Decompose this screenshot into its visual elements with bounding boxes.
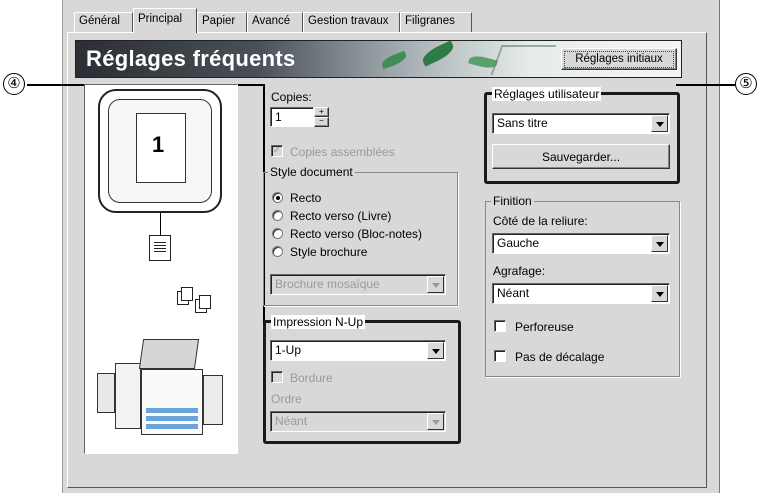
copies-decrement-button[interactable]: − bbox=[314, 117, 329, 127]
chevron-down-icon bbox=[651, 235, 668, 252]
callout-5: ⑤ bbox=[735, 73, 757, 95]
document-icon bbox=[149, 235, 171, 261]
tab-filigranes[interactable]: Filigranes bbox=[400, 12, 472, 32]
finisher-unit bbox=[115, 363, 141, 429]
radio-style-brochure[interactable] bbox=[272, 246, 283, 257]
radio-recto[interactable] bbox=[272, 192, 283, 203]
binding-value: Gauche bbox=[497, 236, 540, 250]
nup-select[interactable]: 1-Up bbox=[270, 340, 446, 361]
page-number: 1 bbox=[152, 132, 165, 157]
punch-label: Perforeuse bbox=[515, 320, 574, 334]
border-label: Bordure bbox=[290, 371, 333, 385]
nup-title: Impression N-Up bbox=[271, 315, 366, 329]
offset-label: Pas de décalage bbox=[515, 350, 605, 364]
tab-papier[interactable]: Papier bbox=[197, 12, 247, 32]
finishing-title: Finition bbox=[491, 194, 534, 208]
initial-settings-button[interactable]: Réglages initiaux bbox=[561, 48, 677, 70]
paper-tray bbox=[146, 416, 198, 421]
user-settings-select[interactable]: Sans titre bbox=[492, 113, 670, 134]
border-checkbox[interactable] bbox=[271, 371, 283, 383]
page-preview: 1 bbox=[136, 113, 186, 183]
spin-up-icon: + bbox=[319, 107, 324, 116]
side-tray bbox=[203, 375, 223, 425]
chevron-down-icon bbox=[427, 276, 444, 293]
tab-label: Avancé bbox=[252, 15, 291, 27]
collate-label: Copies assemblées bbox=[290, 145, 395, 159]
page-preview-frame: 1 bbox=[98, 89, 222, 213]
nup-select-value: 1-Up bbox=[275, 343, 302, 357]
style-document-title: Style document bbox=[268, 165, 355, 179]
banner: Réglages fréquents Réglages initiaux bbox=[75, 40, 682, 78]
staple-label: Agrafage: bbox=[493, 264, 546, 278]
staple-select[interactable]: Néant bbox=[492, 283, 670, 304]
tab-label: Principal bbox=[138, 13, 183, 25]
tab-label: Général bbox=[79, 15, 120, 27]
paper-decoration-icon bbox=[490, 45, 557, 75]
radio-recto-verso-bloc-notes[interactable] bbox=[272, 228, 283, 239]
initial-settings-label: Réglages initiaux bbox=[564, 51, 674, 68]
offset-checkbox[interactable] bbox=[494, 350, 506, 362]
connector-line bbox=[160, 213, 161, 235]
scanner-unit bbox=[138, 339, 200, 369]
copies-value: 1 bbox=[275, 110, 282, 124]
paper-tray bbox=[146, 424, 198, 429]
sheet-icon bbox=[199, 295, 211, 309]
order-label: Ordre bbox=[271, 392, 302, 406]
save-settings-button[interactable]: Sauvegarder... bbox=[492, 144, 670, 169]
save-settings-label: Sauvegarder... bbox=[541, 150, 621, 164]
leaf-decoration-icon bbox=[419, 41, 457, 67]
leaf-decoration-icon bbox=[380, 50, 408, 70]
chevron-down-icon bbox=[651, 115, 668, 132]
punch-checkbox[interactable] bbox=[494, 320, 506, 332]
checkmark-icon: ✓ bbox=[272, 145, 282, 156]
collated-sets-icon bbox=[177, 285, 217, 315]
sheet-icon bbox=[181, 287, 193, 301]
binding-select[interactable]: Gauche bbox=[492, 233, 670, 254]
tab-general[interactable]: Général bbox=[74, 12, 133, 32]
binding-label: Côté de la reliure: bbox=[493, 214, 588, 228]
tab-label: Filigranes bbox=[405, 15, 455, 27]
radio-style-brochure-label: Style brochure bbox=[290, 245, 368, 259]
tab-label: Gestion travaux bbox=[308, 15, 389, 27]
chevron-down-icon bbox=[651, 285, 668, 302]
order-select[interactable]: Néant bbox=[270, 411, 446, 432]
radio-recto-verso-bloc-notes-label: Recto verso (Bloc-notes) bbox=[290, 227, 423, 241]
copies-input[interactable]: 1 bbox=[270, 107, 314, 127]
user-settings-value: Sans titre bbox=[497, 116, 548, 130]
printer-body bbox=[141, 369, 203, 435]
chevron-down-icon bbox=[427, 413, 444, 430]
callout-5-line bbox=[676, 84, 735, 86]
user-settings-title: Réglages utilisateur bbox=[492, 87, 602, 101]
radio-recto-label: Recto bbox=[290, 191, 322, 205]
callout-4: ④ bbox=[3, 73, 25, 95]
tab-gestion-travaux[interactable]: Gestion travaux bbox=[303, 12, 400, 32]
user-settings-highlight bbox=[484, 92, 680, 184]
brochure-select-value: Brochure mosaïque bbox=[275, 277, 380, 291]
spin-down-icon: − bbox=[319, 116, 324, 125]
document-lines bbox=[154, 242, 166, 254]
collate-checkbox[interactable]: ✓ bbox=[271, 145, 283, 157]
staple-value: Néant bbox=[497, 286, 530, 300]
radio-recto-verso-livre[interactable] bbox=[272, 210, 283, 221]
tab-label: Papier bbox=[202, 15, 236, 27]
order-select-value: Néant bbox=[275, 414, 308, 428]
tab-avance[interactable]: Avancé bbox=[247, 12, 303, 32]
radio-recto-verso-livre-label: Recto verso (Livre) bbox=[290, 209, 392, 223]
brochure-select[interactable]: Brochure mosaïque bbox=[270, 274, 446, 295]
preview-pane: 1 bbox=[84, 84, 238, 454]
tab-principal[interactable]: Principal bbox=[133, 8, 197, 33]
paper-tray bbox=[146, 408, 198, 413]
finisher-tray bbox=[97, 373, 115, 413]
printer-machine-icon bbox=[97, 329, 233, 439]
copies-label: Copies: bbox=[271, 90, 312, 104]
chevron-down-icon bbox=[427, 342, 444, 359]
banner-title: Réglages fréquents bbox=[86, 46, 296, 71]
